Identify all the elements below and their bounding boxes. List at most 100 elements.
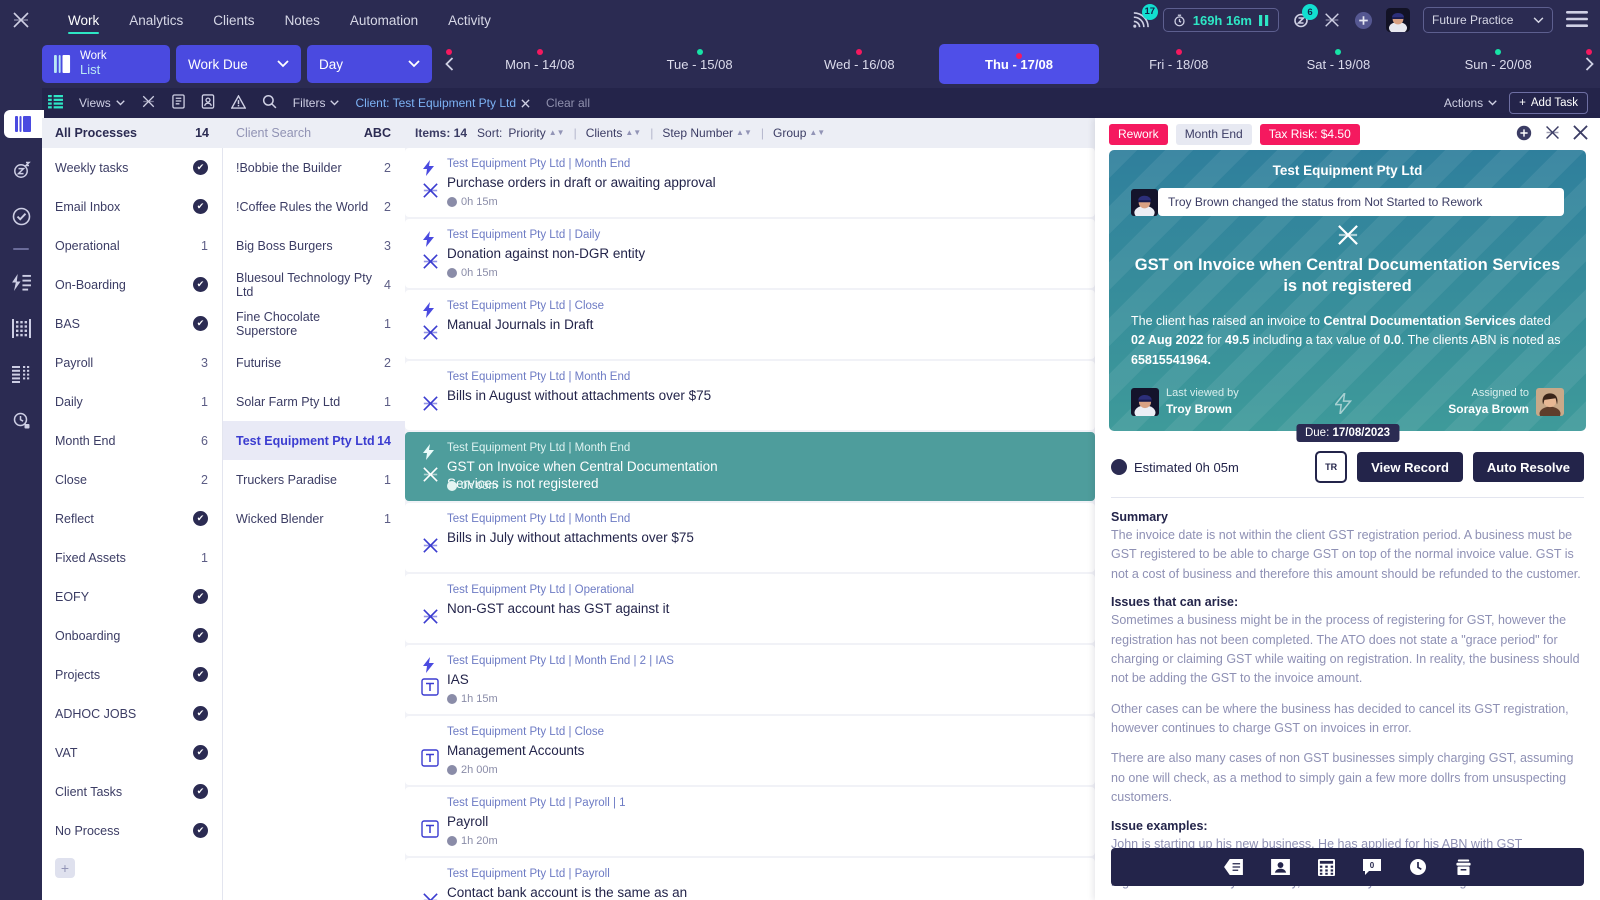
auto-resolve-button[interactable]: Auto Resolve [1472, 452, 1584, 483]
task-row[interactable]: Test Equipment Pty Ltd | Month End Bills… [405, 503, 1095, 572]
close-icon[interactable] [1573, 125, 1588, 143]
view-record-button[interactable]: View Record [1357, 452, 1463, 483]
app-logo-icon[interactable] [0, 0, 42, 40]
calculator-icon[interactable] [1317, 858, 1335, 876]
add-task-button[interactable]: + Add Task [1509, 92, 1588, 114]
contact-card-icon[interactable] [201, 94, 215, 112]
open-tr-button[interactable]: TR [1315, 451, 1348, 484]
rail-completed-icon[interactable] [6, 202, 36, 230]
aiworkflow-logo-icon[interactable] [141, 94, 156, 112]
client-item[interactable]: Test Equipment Pty Ltd 14 [223, 421, 405, 460]
detail-tag-process[interactable]: Month End [1175, 123, 1252, 145]
day-sun[interactable]: Sun - 20/08 [1418, 40, 1578, 88]
process-item[interactable]: EOFY ✔ [42, 577, 222, 616]
process-item[interactable]: VAT ✔ [42, 733, 222, 772]
active-filter-chip[interactable]: Client: Test Equipment Pty Ltd [355, 96, 530, 110]
clients-list[interactable]: !Bobbie the Builder 2 !Coffee Rules the … [223, 148, 405, 900]
sort-group[interactable]: Group ▲▼ [773, 126, 825, 140]
document-icon[interactable] [172, 94, 185, 112]
client-search-label[interactable]: Client Search [236, 126, 311, 140]
comment-icon[interactable]: 0 [1362, 859, 1381, 875]
task-row[interactable]: Test Equipment Pty Ltd | Month End Purch… [405, 148, 1095, 217]
user-avatar[interactable] [1386, 8, 1410, 32]
task-row[interactable]: Test Equipment Pty Ltd | Month End Bills… [405, 361, 1095, 430]
grid-view-icon[interactable] [48, 94, 63, 112]
task-row[interactable]: Test Equipment Pty Ltd | Month End GST o… [405, 432, 1095, 501]
notes-icon[interactable] [1223, 859, 1243, 875]
sort-clients[interactable]: Clients ▲▼ [586, 126, 642, 140]
broadcast-icon[interactable]: 17 [1131, 3, 1158, 30]
nav-item-clients[interactable]: Clients [199, 0, 268, 40]
prev-period-button[interactable] [438, 40, 460, 88]
filters-dropdown[interactable]: Filters [293, 96, 340, 110]
work-due-select[interactable]: Work Due [176, 45, 301, 83]
rail-time-tracking-icon[interactable] [6, 406, 36, 434]
process-item[interactable]: Projects ✔ [42, 655, 222, 694]
process-item[interactable]: Email Inbox ✔ [42, 187, 222, 226]
period-select[interactable]: Day [307, 45, 432, 83]
search-icon[interactable] [262, 94, 277, 112]
processes-list[interactable]: Weekly tasks ✔ Email Inbox ✔ Operational… [42, 148, 223, 900]
task-row[interactable]: Test Equipment Pty Ltd | Close Managemen… [405, 716, 1095, 785]
day-tue[interactable]: Tue - 15/08 [620, 40, 780, 88]
client-item[interactable]: Bluesoul Technology Pty Ltd 4 [223, 265, 405, 304]
snooze-icon[interactable]: 6 [1292, 4, 1318, 29]
process-item[interactable]: Weekly tasks ✔ [42, 148, 222, 187]
rail-calendar-grid-icon[interactable] [6, 314, 36, 342]
day-thu[interactable]: Thu - 17/08 [939, 44, 1099, 84]
client-item[interactable]: Fine Chocolate Superstore 1 [223, 304, 405, 343]
alert-icon[interactable] [230, 93, 247, 112]
rail-automation-icon[interactable] [6, 268, 36, 296]
client-item[interactable]: Solar Farm Pty Ltd 1 [223, 382, 405, 421]
add-icon[interactable] [1354, 11, 1373, 30]
nav-item-work[interactable]: Work [54, 0, 113, 40]
detail-tag-status[interactable]: Rework [1109, 123, 1168, 145]
sort-step-number[interactable]: Step Number ▲▼ [662, 126, 752, 140]
nav-item-analytics[interactable]: Analytics [115, 0, 197, 40]
archive-icon[interactable] [1455, 858, 1472, 876]
practice-select[interactable]: Future Practice [1423, 7, 1553, 33]
client-item[interactable]: Truckers Paradise 1 [223, 460, 405, 499]
task-row[interactable]: Test Equipment Pty Ltd | Payroll Contact… [405, 858, 1095, 900]
day-sat[interactable]: Sat - 19/08 [1259, 40, 1419, 88]
process-item[interactable]: ADHOC JOBS ✔ [42, 694, 222, 733]
next-period-button[interactable] [1578, 40, 1600, 88]
actions-dropdown[interactable]: Actions [1444, 96, 1497, 110]
client-item[interactable]: Wicked Blender 1 [223, 499, 405, 538]
process-item[interactable]: Operational 1 [42, 226, 222, 265]
client-item[interactable]: Big Boss Burgers 3 [223, 226, 405, 265]
views-dropdown[interactable]: Views [79, 96, 125, 110]
work-list-button[interactable]: Work List [42, 45, 170, 83]
nav-item-automation[interactable]: Automation [336, 0, 432, 40]
process-item[interactable]: Daily 1 [42, 382, 222, 421]
process-item[interactable]: Close 2 [42, 460, 222, 499]
nav-item-activity[interactable]: Activity [434, 0, 505, 40]
task-row[interactable]: Test Equipment Pty Ltd | Month End | 2 |… [405, 645, 1095, 714]
client-sort-abc[interactable]: ABC [364, 126, 391, 140]
client-item[interactable]: !Bobbie the Builder 2 [223, 148, 405, 187]
rail-work-list-icon[interactable] [4, 110, 44, 138]
process-item[interactable]: BAS ✔ [42, 304, 222, 343]
process-item[interactable]: Fixed Assets 1 [42, 538, 222, 577]
aiworkflow-logo-icon[interactable] [1544, 124, 1561, 144]
timer-widget[interactable]: 169h 16m [1162, 8, 1279, 32]
task-row[interactable]: Test Equipment Pty Ltd | Operational Non… [405, 574, 1095, 643]
process-item[interactable]: Onboarding ✔ [42, 616, 222, 655]
clear-all-button[interactable]: Clear all [546, 96, 590, 110]
task-row[interactable]: Test Equipment Pty Ltd | Payroll | 1 Pay… [405, 787, 1095, 856]
day-fri[interactable]: Fri - 18/08 [1099, 40, 1259, 88]
process-item[interactable]: Reflect ✔ [42, 499, 222, 538]
aiworkflow-logo-icon[interactable] [1323, 11, 1341, 29]
task-row[interactable]: Test Equipment Pty Ltd | Daily Donation … [405, 219, 1095, 288]
day-mon[interactable]: Mon - 14/08 [460, 40, 620, 88]
clock-icon[interactable] [1409, 858, 1427, 876]
task-row[interactable]: Test Equipment Pty Ltd | Close Manual Jo… [405, 290, 1095, 359]
hamburger-menu-icon[interactable] [1566, 10, 1588, 30]
rail-table-icon[interactable] [6, 360, 36, 388]
contact-icon[interactable] [1270, 859, 1290, 875]
rail-snooze-icon[interactable] [6, 156, 36, 184]
day-wed[interactable]: Wed - 16/08 [779, 40, 939, 88]
nav-item-notes[interactable]: Notes [271, 0, 334, 40]
add-icon[interactable] [1516, 125, 1532, 144]
process-item[interactable]: No Process ✔ [42, 811, 222, 850]
